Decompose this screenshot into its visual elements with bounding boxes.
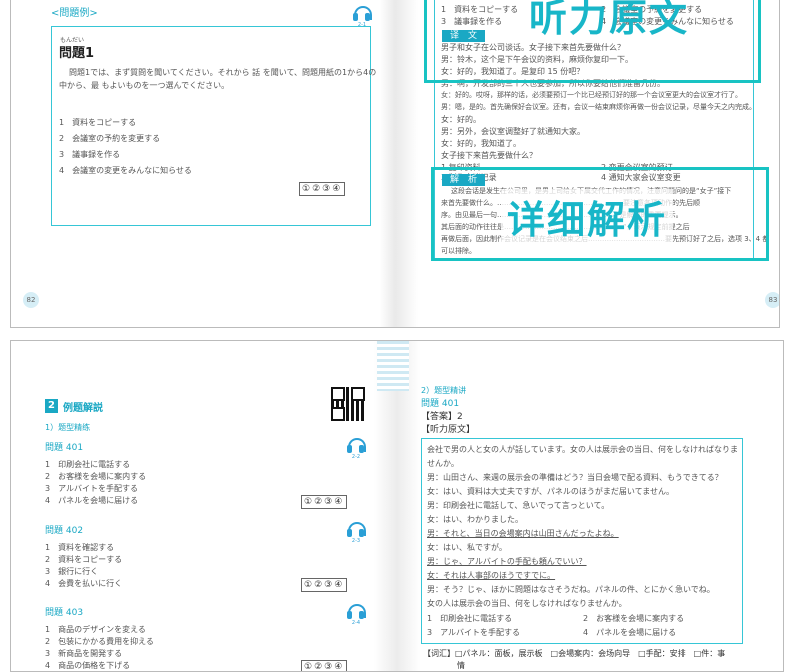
top-book-spread: <問題例> 2-1 もんだい 問題1 問題1では、まず質問を聞いてください。それ… bbox=[10, 0, 780, 328]
listening-script-overlay: 听力原文 bbox=[529, 0, 690, 40]
sub-heading: 1）题型精练 bbox=[45, 423, 91, 432]
headphone-icon[interactable]: 2-2 bbox=[345, 437, 367, 460]
qr-code-icon[interactable] bbox=[331, 387, 365, 421]
script-line: 女：それは人事部のほうですでに。 bbox=[427, 571, 556, 580]
option-3: 3 議事録を作る bbox=[59, 150, 121, 159]
script-option: 3 アルバイトを手配する bbox=[427, 628, 521, 637]
answer-choices[interactable]: ①②③④ bbox=[301, 660, 348, 671]
option-4: 4 会議室の変更をみんなに知らせる bbox=[59, 166, 192, 175]
option-2: 2 お客様を会場に案内する bbox=[45, 472, 147, 481]
script-line: 男：それと、当日の会場案内は山田さんだったよね。 bbox=[427, 529, 619, 538]
answer-choices[interactable]: ①②③④ bbox=[299, 182, 346, 196]
answer-label: 【答案】2 bbox=[421, 412, 463, 422]
translation-line: 男：嗯，是的。首先确保好会议室。还有，会议一结束麻烦你再做一份会议记录，尽量今天… bbox=[441, 103, 756, 111]
translation-line: 女：好的，我知道了。 bbox=[441, 139, 521, 148]
script-option: 1 印刷会社に電話する bbox=[427, 614, 513, 623]
translation-line: 女：好的。 bbox=[441, 115, 481, 124]
mondai-rei-label: <問題例> bbox=[51, 8, 98, 19]
listening-label: 【听力原文】 bbox=[421, 425, 476, 435]
analysis-overlay: 详细解析 bbox=[501, 189, 674, 244]
headphone-icon[interactable]: 2-4 bbox=[345, 603, 367, 626]
script-line: 女：はい、資料は大丈夫ですが、パネルのほうがまだ届いてません。 bbox=[427, 487, 674, 496]
option-3: 3 新商品を開発する bbox=[45, 649, 123, 658]
option-1: 1 資料を確認する bbox=[45, 543, 115, 552]
answer-choices[interactable]: ①②③④ bbox=[301, 578, 348, 592]
decorative-stripe bbox=[377, 341, 409, 391]
section-title: 例题解説 bbox=[63, 403, 103, 414]
question-label: 問題 401 bbox=[45, 443, 84, 453]
script-line: 男：じゃ、アルバイトの手配も頼んでいい？ bbox=[427, 557, 587, 566]
instruction-line-1: 問題1では、まず質問を聞いてください。それから 話 を聞いて、問題用紙の1から4… bbox=[69, 68, 377, 77]
option-1: 1 資料をコピーする bbox=[59, 118, 137, 127]
translation-line: 女子接下来首先要做什么？ bbox=[441, 151, 537, 160]
headphone-icon[interactable]: 2-3 bbox=[345, 521, 367, 544]
headphone-icon[interactable]: 2-1 bbox=[351, 5, 373, 28]
option-3: 3 銀行に行く bbox=[45, 567, 99, 576]
script-line: 女：はい、わかりました。 bbox=[427, 515, 523, 524]
option-3: 3 アルバイトを手配する bbox=[45, 484, 139, 493]
translation-line: 男：另外，会议室调整好了就通知大家。 bbox=[441, 127, 585, 136]
script-line: せんか。 bbox=[427, 459, 459, 468]
option-2: 2 会議室の予約を変更する bbox=[59, 134, 161, 143]
example-title: 問題1 bbox=[59, 46, 95, 61]
option-4: 4 パネルを会場に届ける bbox=[45, 496, 139, 505]
script-line: 男：印刷会社に電話して、急いでって言っといて。 bbox=[427, 501, 610, 510]
option-2: 2 資料をコピーする bbox=[45, 555, 123, 564]
answer-choices[interactable]: ①②③④ bbox=[301, 495, 348, 509]
script-line: 男：そう？じゃ、ほかに問題はなさそうだね。パネルの件、とにかく急いでね。 bbox=[427, 585, 715, 594]
page-number: 83 bbox=[765, 292, 779, 308]
section-number: 2 bbox=[45, 399, 58, 413]
question-label: 問題 402 bbox=[45, 526, 84, 536]
script-option: 4 パネルを会場に届ける bbox=[583, 628, 677, 637]
option-2: 2 包装にかかる費用を抑える bbox=[45, 637, 154, 646]
script-line: 会社で男の人と女の人が話しています。女の人は展示会の当日、何をしなければなりま bbox=[427, 445, 738, 454]
script-line: 男：山田さん、来週の展示会の準備はどう？当日会場で配る資料、もうできてる？ bbox=[427, 473, 723, 482]
script-line: 女の人は展示会の当日、何をしなければなりませんか。 bbox=[427, 599, 627, 608]
script-option: 2 お客様を会場に案内する bbox=[583, 614, 685, 623]
page-number: 82 bbox=[23, 292, 39, 308]
bottom-book-spread: 2 例题解説 1）题型精练 問題 401 2-2 1 印刷会社に電話する 2 お… bbox=[10, 340, 784, 672]
option-1: 1 商品のデザインを変える bbox=[45, 625, 146, 634]
instruction-line-2: 中から、最 もよいものを一つ選んでください。 bbox=[59, 81, 230, 90]
translation-line: 女：好的。哎呀，那样的话，必须要预订一个比已经预订好的那一个会议室更大的会议室才… bbox=[441, 91, 742, 99]
option-1: 1 印刷会社に電話する bbox=[45, 460, 131, 469]
vocab-line: 【词汇】□パネル：面板，展示板 □会場案内：会场向导 □手配：安排 □件：事 bbox=[423, 649, 726, 658]
sub-heading: 2）题型精讲 bbox=[421, 386, 467, 395]
question-label: 問題 401 bbox=[421, 399, 460, 409]
option-4: 4 会費を払いに行く bbox=[45, 579, 123, 588]
question-label: 問題 403 bbox=[45, 608, 84, 618]
script-line: 女：はい、私ですが。 bbox=[427, 543, 507, 552]
